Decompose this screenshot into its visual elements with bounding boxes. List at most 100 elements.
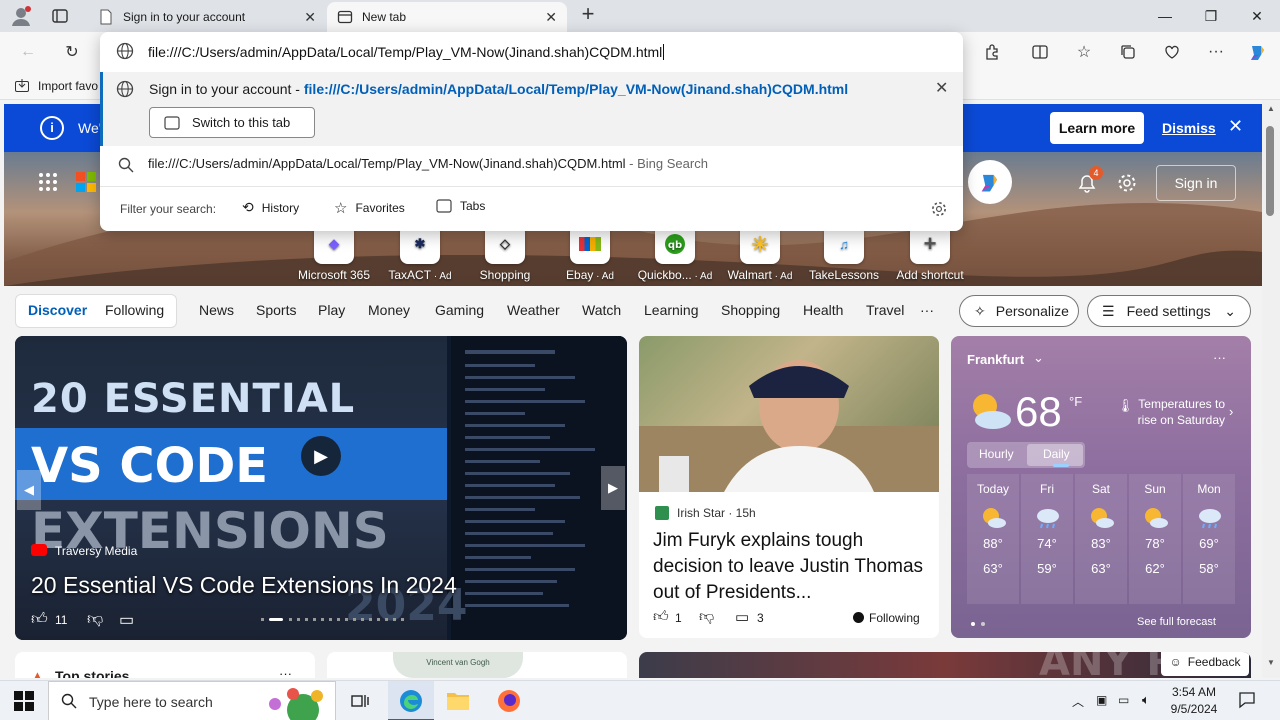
shortcut-add[interactable]: + Add shortcut <box>890 224 970 282</box>
settings-gear-icon[interactable] <box>1116 172 1138 194</box>
like-icon[interactable]: 👍︎ <box>653 608 669 626</box>
clock-date[interactable]: 9/5/2024 <box>1166 702 1222 716</box>
video-title[interactable]: 20 Essential VS Code Extensions In 2024 <box>31 572 457 599</box>
tray-volume-icon[interactable]: 🔈︎ <box>1142 692 1150 708</box>
tab-following[interactable]: Following <box>105 302 164 318</box>
nav-health[interactable]: Health <box>803 302 843 318</box>
nav-learning[interactable]: Learning <box>644 302 699 318</box>
page-scrollbar[interactable]: ▲ ▼ <box>1262 100 1280 678</box>
tray-network-icon[interactable]: ▣ <box>1096 693 1107 707</box>
extensions-icon[interactable] <box>980 40 1004 64</box>
tab-hourly[interactable]: Hourly <box>979 447 1014 461</box>
tray-monitor-icon[interactable]: ▭ <box>1118 693 1129 707</box>
nav-gaming[interactable]: Gaming <box>435 302 484 318</box>
shortcut-walmart[interactable]: ✳ Walmart · Ad <box>720 224 800 282</box>
file-explorer-icon[interactable] <box>446 690 470 712</box>
full-forecast-link[interactable]: See full forecast <box>1137 616 1216 628</box>
forecast-day[interactable]: Fri 74° 59° <box>1021 474 1073 604</box>
temp-unit[interactable]: °F <box>1069 394 1082 409</box>
chevron-down-icon[interactable]: ⌄ <box>1033 350 1044 366</box>
minimize-button[interactable]: — <box>1142 0 1188 32</box>
chevron-right-icon[interactable]: › <box>1229 404 1233 419</box>
nav-watch[interactable]: Watch <box>582 302 621 318</box>
shortcut-microsoft-365[interactable]: ◆ Microsoft 365 <box>294 224 374 282</box>
split-screen-icon[interactable] <box>1028 40 1052 64</box>
close-tab-icon[interactable]: ✕ <box>545 9 557 26</box>
tab-actions-icon[interactable] <box>50 6 70 26</box>
new-tab-button[interactable]: + <box>577 3 599 26</box>
suggestion-switch-tab[interactable]: Sign in to your account - file:///C:/Use… <box>100 72 963 146</box>
weather-city[interactable]: Frankfurt <box>967 352 1024 367</box>
tab-discover[interactable]: Discover <box>28 302 87 318</box>
address-input[interactable]: file:///C:/Users/admin/AppData/Local/Tem… <box>148 44 665 60</box>
play-icon[interactable]: ▶ <box>301 436 341 476</box>
more-menu-icon[interactable]: ··· <box>1204 40 1228 64</box>
nav-sports[interactable]: Sports <box>256 302 296 318</box>
nav-shopping[interactable]: Shopping <box>721 302 780 318</box>
switch-to-tab-button[interactable]: Switch to this tab <box>149 107 315 138</box>
filter-favorites-button[interactable]: ☆ Favorites <box>334 199 405 217</box>
nav-more[interactable]: ··· <box>920 302 934 318</box>
remove-suggestion-icon[interactable]: ✕ <box>935 78 948 98</box>
copilot-button[interactable] <box>968 160 1012 204</box>
feed-settings-button[interactable]: ☰ Feed settings ⌄ <box>1087 295 1251 327</box>
import-favorites-link[interactable]: Import favo <box>38 79 98 93</box>
collections-icon[interactable] <box>1116 40 1140 64</box>
carousel-prev-icon[interactable]: ◀ <box>17 470 41 510</box>
taskbar-search-box[interactable]: Type here to search <box>48 681 336 720</box>
shortcut-takelessons[interactable]: ♫ TakeLessons <box>804 224 884 282</box>
shortcut-shopping[interactable]: ◇ Shopping <box>465 224 545 282</box>
personalize-button[interactable]: ✧ Personalize <box>959 295 1079 327</box>
more-options-icon[interactable]: ··· <box>279 666 292 678</box>
back-arrow-icon[interactable]: ← <box>16 40 40 64</box>
flag-card[interactable]: ANY RUN ☺ Feedback <box>639 652 1251 678</box>
tab-daily[interactable]: Daily <box>1043 447 1070 461</box>
settings-gear-icon[interactable] <box>930 200 948 218</box>
comment-icon[interactable]: ▭ <box>735 608 749 626</box>
notifications-icon[interactable] <box>1238 691 1256 709</box>
refresh-icon[interactable]: ↻ <box>60 40 84 64</box>
comment-icon[interactable]: ▭ <box>119 610 134 630</box>
tab-new-tab[interactable]: New tab ✕ <box>327 2 567 32</box>
dismiss-link[interactable]: Dismiss <box>1162 120 1216 136</box>
nav-weather[interactable]: Weather <box>507 302 560 318</box>
close-window-button[interactable]: ✕ <box>1234 0 1280 32</box>
browser-essentials-icon[interactable] <box>1160 40 1184 64</box>
feedback-button[interactable]: ☺ Feedback <box>1161 652 1249 676</box>
shortcut-taxact[interactable]: ✱ TaxACT · Ad <box>380 224 460 282</box>
apps-grid-icon[interactable] <box>38 172 58 192</box>
carousel-next-icon[interactable]: ▶ <box>601 466 625 510</box>
suggestion-bing-search[interactable]: file:///C:/Users/admin/AppData/Local/Tem… <box>100 146 963 182</box>
more-options-icon[interactable]: ··· <box>1213 350 1226 365</box>
maximize-button[interactable]: ❐ <box>1188 0 1234 32</box>
nav-travel[interactable]: Travel <box>866 302 904 318</box>
forecast-day[interactable]: Sat 83° 63° <box>1075 474 1127 604</box>
shortcut-ebay[interactable]: Ebay · Ad <box>550 224 630 282</box>
close-tab-icon[interactable]: ✕ <box>304 9 316 26</box>
nav-money[interactable]: Money <box>368 302 410 318</box>
nav-news[interactable]: News <box>199 302 234 318</box>
shortcut-quickbooks[interactable]: qb Quickbo... · Ad <box>635 224 715 282</box>
like-icon[interactable]: 👍︎ <box>31 610 48 629</box>
weather-card[interactable]: Frankfurt ⌄ ··· 68 °F 🌡︎ Temperatures to… <box>951 336 1251 638</box>
scrollbar-thumb[interactable] <box>1266 126 1274 216</box>
task-view-icon[interactable] <box>350 691 370 711</box>
nav-play[interactable]: Play <box>318 302 345 318</box>
dislike-icon[interactable]: 👎︎ <box>699 608 714 626</box>
sign-in-button[interactable]: Sign in <box>1156 165 1236 201</box>
edge-taskbar-button[interactable] <box>388 681 434 720</box>
forecast-day[interactable]: Today 88° 63° <box>967 474 1019 604</box>
tab-sign-in[interactable]: Sign in to your account ✕ <box>88 2 326 32</box>
mug-card[interactable]: Vincent van Gogh <box>327 652 627 678</box>
tray-chevron-up-icon[interactable]: ︿ <box>1072 693 1084 710</box>
forecast-day[interactable]: Sun 78° 62° <box>1129 474 1181 604</box>
profile-icon[interactable] <box>10 5 32 27</box>
video-card[interactable]: 20 ESSENTIAL VS CODE EXTENSIONS 2024 ▶ ◀… <box>15 336 627 640</box>
copilot-icon[interactable] <box>1246 40 1270 64</box>
firefox-icon[interactable] <box>497 689 521 713</box>
filter-history-button[interactable]: ⟲ History <box>242 199 299 216</box>
clock-time[interactable]: 3:54 AM <box>1166 685 1222 699</box>
learn-more-button[interactable]: Learn more <box>1050 112 1144 144</box>
dislike-icon[interactable]: 👎︎ <box>87 610 103 629</box>
news-title[interactable]: Jim Furyk explains tough decision to lea… <box>653 528 925 606</box>
